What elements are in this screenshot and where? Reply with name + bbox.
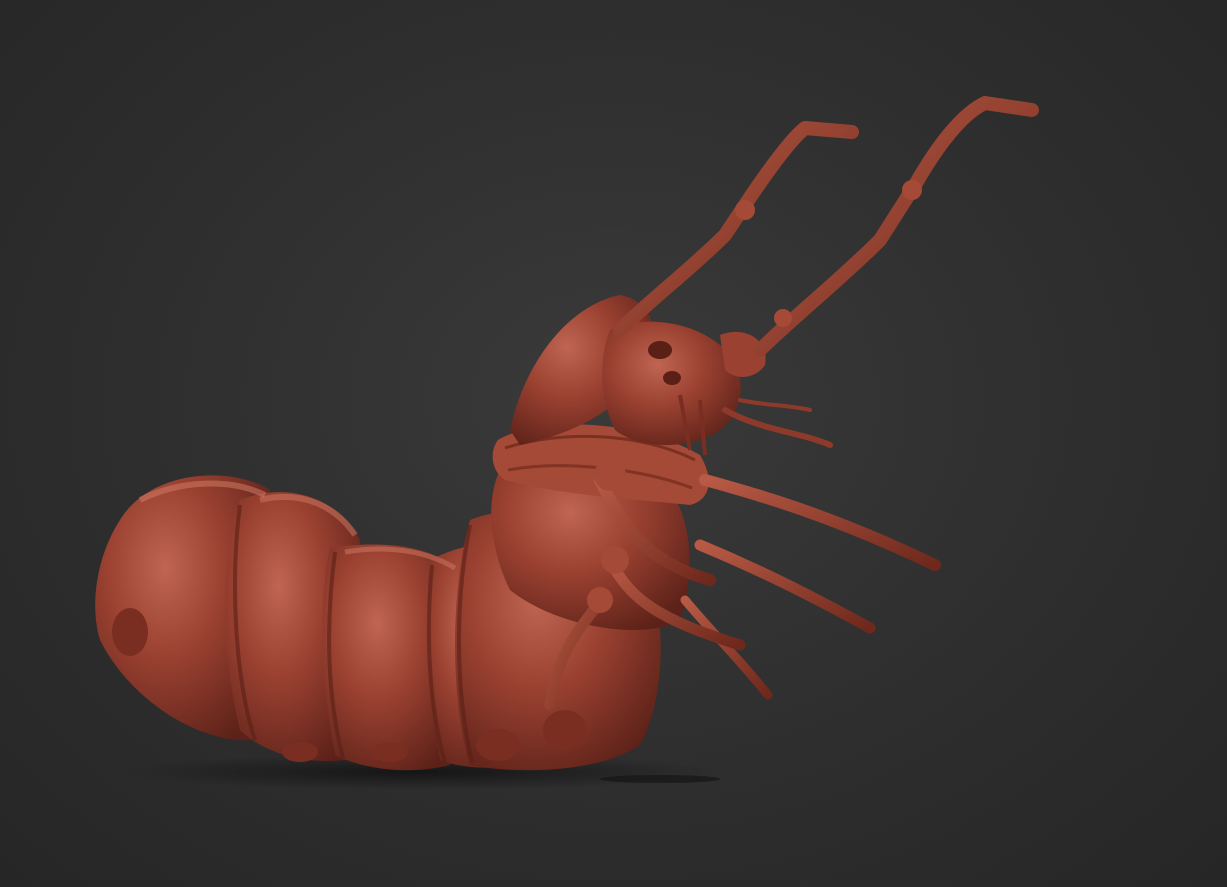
ground-shadow-small	[600, 775, 720, 783]
sculpt-viewport[interactable]	[0, 0, 1227, 887]
antennae	[613, 96, 1039, 357]
larva-sculpt	[95, 96, 1039, 790]
